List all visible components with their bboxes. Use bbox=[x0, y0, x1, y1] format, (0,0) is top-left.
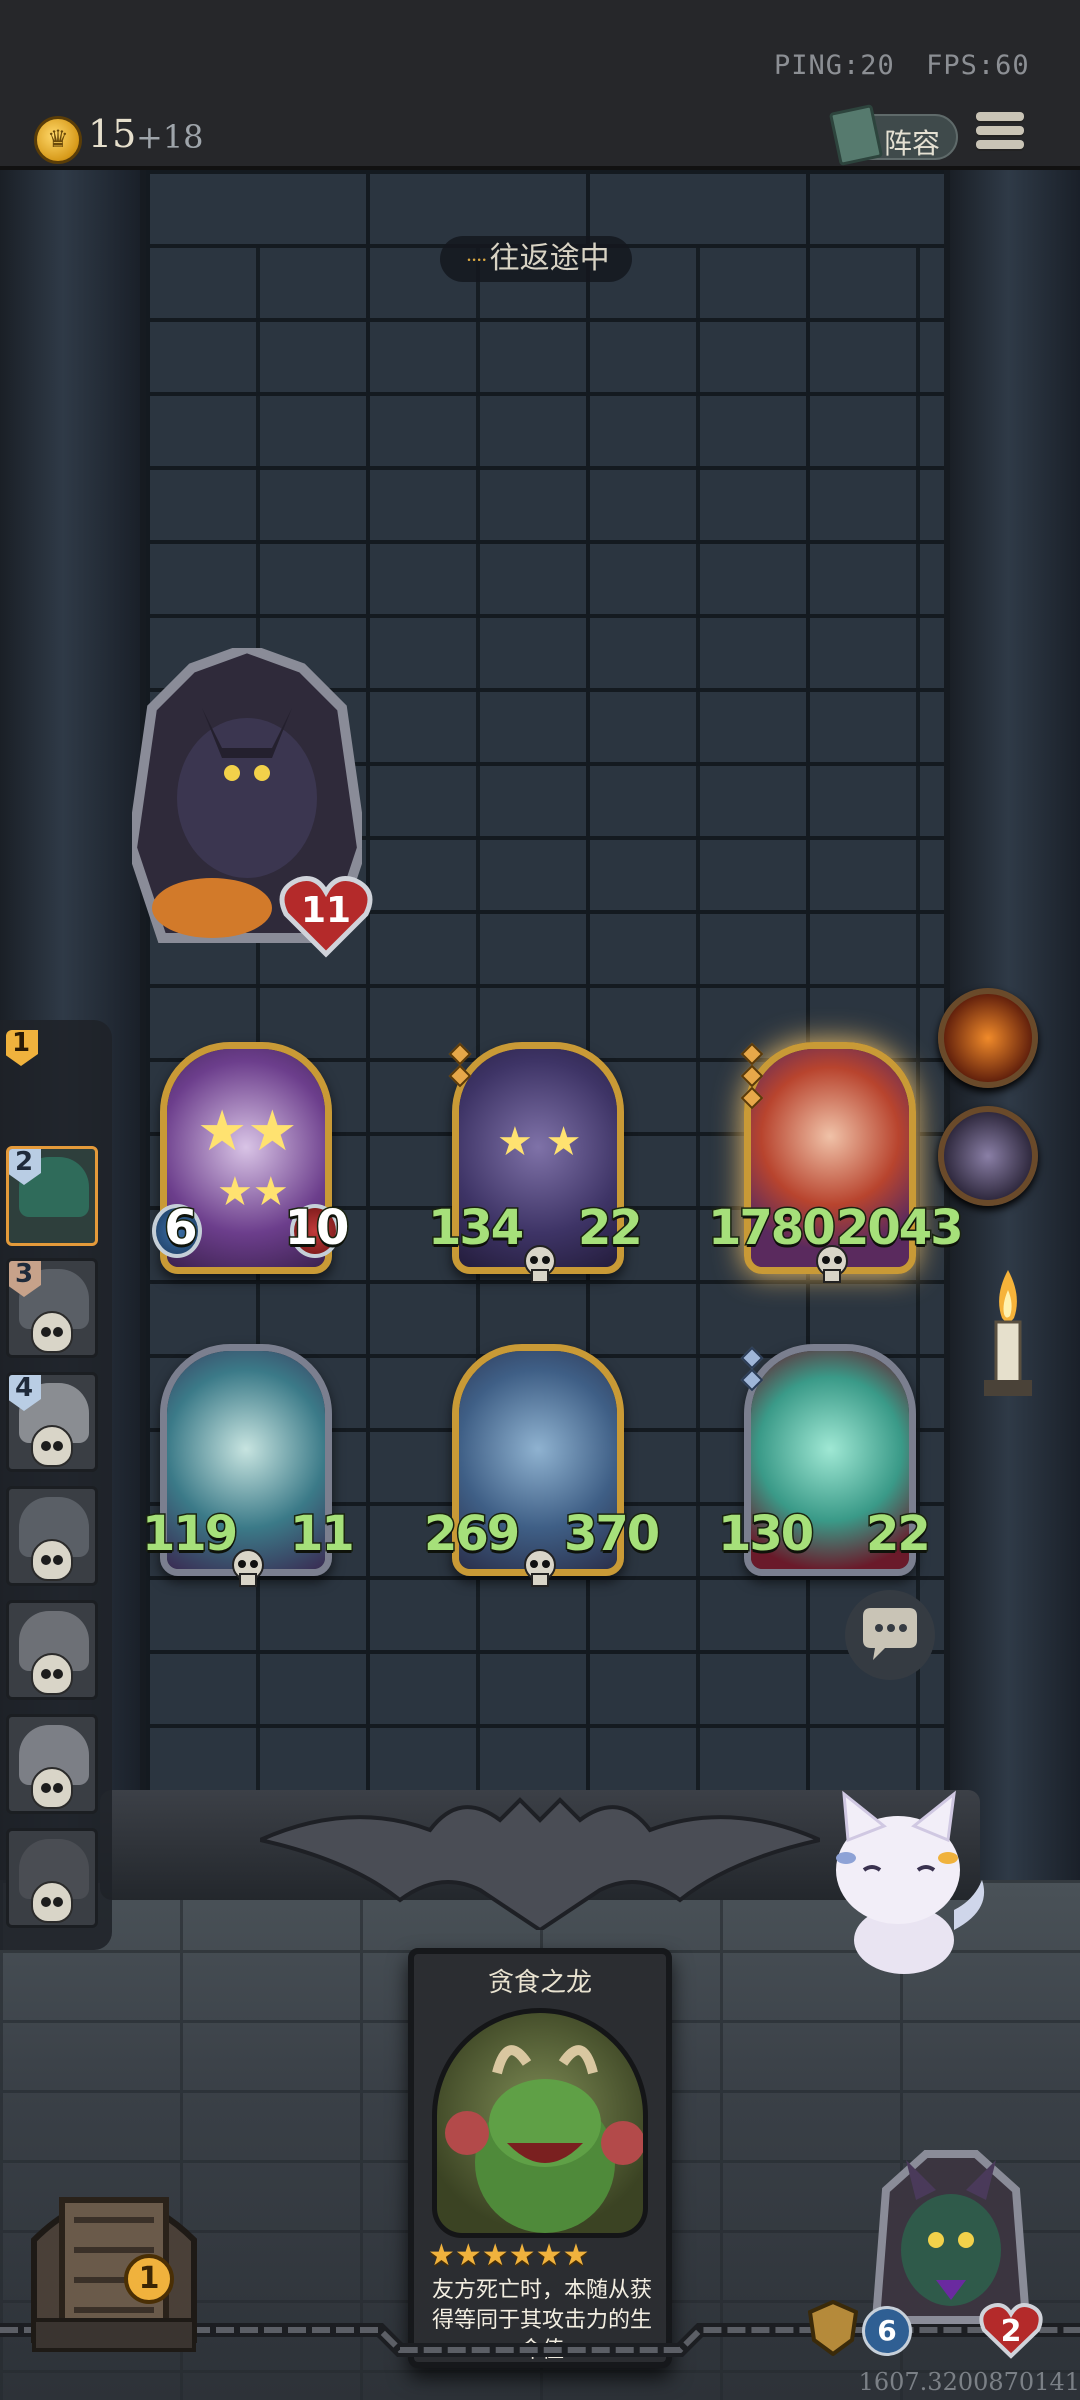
tier-gems bbox=[740, 1042, 764, 1112]
shop-chest-button[interactable] bbox=[14, 2160, 214, 2360]
cat-companion[interactable] bbox=[814, 1790, 994, 1980]
unit-5-health: 370 bbox=[562, 1505, 661, 1564]
skull-icon bbox=[31, 1653, 73, 1695]
stars-icon: ★★ bbox=[197, 1099, 298, 1164]
gold-amount: 15 bbox=[88, 112, 137, 156]
unit-3-health: 2043 bbox=[835, 1199, 966, 1258]
skull-icon bbox=[31, 1539, 73, 1581]
tier-gems bbox=[740, 1346, 764, 1394]
gluttonous-dragon-art bbox=[432, 2008, 648, 2238]
skull-icon bbox=[31, 1767, 73, 1809]
featured-card-title: 贪食之龙 bbox=[487, 1968, 592, 1998]
fps-readout: FPS:60 bbox=[926, 50, 1030, 81]
loading-icon: ᠁ bbox=[462, 249, 486, 273]
lineup-label: 阵容 bbox=[884, 127, 941, 160]
stars-icon: ★ ★ bbox=[497, 1119, 582, 1165]
debug-timestamp: 1607.3200870141 bbox=[858, 2368, 1080, 2396]
opponent-round-list: 1 2 3 4 bbox=[0, 1020, 112, 1950]
fire-totem-button[interactable] bbox=[938, 988, 1038, 1088]
player-health: 2 bbox=[978, 2300, 1044, 2360]
round-slot-2[interactable]: 2 bbox=[6, 1146, 98, 1246]
hamburger-icon bbox=[976, 112, 1024, 121]
opponent-health: 11 bbox=[278, 870, 374, 958]
network-stats: PING:20 FPS:60 bbox=[760, 50, 1060, 81]
menu-button[interactable] bbox=[976, 112, 1024, 158]
gold-income: +18 bbox=[136, 118, 204, 156]
unit-3-attack: 1780 bbox=[707, 1199, 838, 1258]
skull-icon bbox=[31, 1425, 73, 1467]
unit-2-health: 22 bbox=[577, 1199, 645, 1258]
tier-gems bbox=[448, 1042, 472, 1090]
skull-icon bbox=[524, 1549, 556, 1587]
wall-candle-icon bbox=[984, 1270, 1032, 1396]
player-health-value: 2 bbox=[1000, 2314, 1022, 2349]
armor-shield-icon bbox=[808, 2300, 858, 2356]
round-number: 1 bbox=[6, 1030, 38, 1066]
round-slot-1[interactable]: 1 bbox=[6, 1030, 98, 1100]
player-attack: 6 bbox=[862, 2306, 912, 2356]
bat-emblem-icon bbox=[260, 1797, 820, 1930]
stars-icon: ★★ bbox=[217, 1169, 289, 1215]
unit-1-attack: 6 bbox=[163, 1199, 199, 1258]
round-slot-5[interactable] bbox=[6, 1486, 98, 1586]
unit-6-attack: 130 bbox=[716, 1505, 815, 1564]
chat-bubble-icon bbox=[863, 1608, 917, 1660]
unit-5-attack: 269 bbox=[422, 1505, 521, 1564]
round-slot-7[interactable] bbox=[6, 1714, 98, 1814]
unit-6-health: 22 bbox=[865, 1505, 933, 1564]
round-slot-3[interactable]: 3 bbox=[6, 1258, 98, 1358]
dragon-whelp-button[interactable] bbox=[938, 1106, 1038, 1206]
travel-status-pill: ᠁ 往返途中 bbox=[440, 236, 632, 282]
skull-icon bbox=[31, 1881, 73, 1923]
unit-4-attack: 119 bbox=[140, 1505, 239, 1564]
chest-count-badge: 1 bbox=[124, 2254, 174, 2304]
travel-status-text: 往返途中 bbox=[489, 241, 610, 276]
card-stars-icon: ★★★★★★ bbox=[428, 2238, 590, 2273]
round-slot-4[interactable]: 4 bbox=[6, 1372, 98, 1472]
chat-button[interactable] bbox=[845, 1590, 935, 1680]
unit-2-attack: 134 bbox=[426, 1199, 525, 1258]
skull-icon bbox=[524, 1245, 556, 1283]
round-slot-8[interactable] bbox=[6, 1828, 98, 1928]
unit-1-health: 10 bbox=[283, 1199, 351, 1258]
ping-readout: PING:20 bbox=[774, 50, 895, 81]
lineup-button[interactable]: 阵容 bbox=[828, 104, 958, 166]
opponent-health-value: 11 bbox=[300, 890, 352, 931]
unit-4-health: 11 bbox=[289, 1505, 357, 1564]
gold-coin-icon: ♛ bbox=[34, 116, 82, 164]
skull-icon bbox=[31, 1311, 73, 1353]
round-slot-6[interactable] bbox=[6, 1600, 98, 1700]
